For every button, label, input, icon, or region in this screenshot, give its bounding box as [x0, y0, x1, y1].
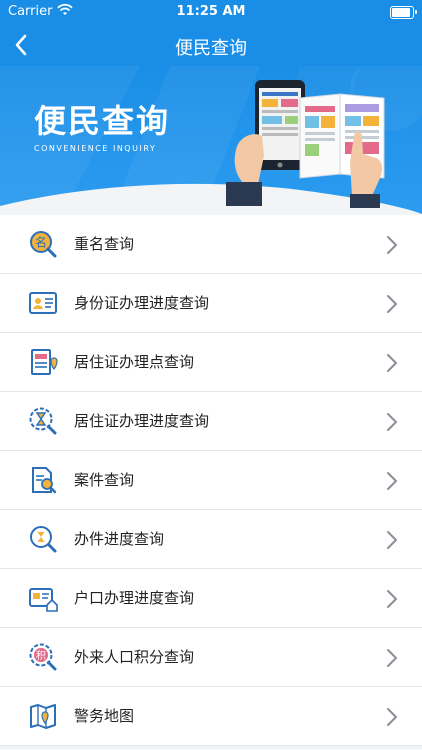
list-item-case-search[interactable]: 案件查询	[0, 451, 422, 510]
list-item-label: 居住证办理进度查询	[74, 412, 210, 430]
id-card-icon	[29, 292, 57, 314]
chevron-right-icon	[387, 354, 397, 372]
chevron-right-icon	[387, 295, 397, 313]
status-time: 11:25 AM	[176, 4, 246, 19]
list-item-label: 户口办理进度查询	[74, 589, 195, 607]
banner-subtitle: CONVENIENCE INQUIRY	[34, 144, 157, 153]
list-item-label: 身份证办理进度查询	[74, 294, 210, 312]
svg-text:积: 积	[36, 650, 46, 662]
list-item-label: 警务地图	[74, 707, 135, 725]
chevron-right-icon	[387, 472, 397, 490]
chevron-right-icon	[387, 531, 397, 549]
inquiry-list: 名 重名查询 身份证办理进度查询 居住证办理点查询 居住证办理进度查询 案件查询…	[0, 215, 422, 746]
battery-icon	[390, 6, 414, 19]
progress-search-icon	[30, 526, 57, 553]
list-item-progress-search[interactable]: 办件进度查询	[0, 510, 422, 569]
page-title: 便民查询	[175, 38, 247, 59]
status-bar: Carrier 11:25 AM	[0, 0, 422, 24]
list-item-label: 案件查询	[74, 471, 135, 489]
chevron-right-icon	[387, 590, 397, 608]
list-item-household-progress[interactable]: 户口办理进度查询	[0, 569, 422, 628]
svg-text:名: 名	[35, 235, 47, 250]
name-search-icon: 名	[30, 231, 57, 258]
list-item-label: 外来人口积分查询	[74, 648, 195, 666]
banner-title-block: 便民查询 CONVENIENCE INQUIRY	[34, 96, 184, 153]
nav-bar: 便民查询	[0, 24, 422, 66]
list-item-label: 办件进度查询	[74, 530, 165, 548]
hourglass-search-icon	[29, 407, 57, 435]
list-item-id-card-progress[interactable]: 身份证办理进度查询	[0, 274, 422, 333]
list-item-label: 重名查询	[74, 235, 135, 253]
chevron-right-icon	[387, 708, 397, 726]
household-card-icon	[29, 588, 58, 612]
list-item-residence-progress[interactable]: 居住证办理进度查询	[0, 392, 422, 451]
list-item-police-map[interactable]: 警务地图	[0, 687, 422, 746]
banner-title: 便民查询	[34, 102, 171, 140]
list-item-label: 居住证办理点查询	[74, 353, 195, 371]
case-document-icon	[32, 467, 57, 494]
list-item-points-search[interactable]: 积 外来人口积分查询	[0, 628, 422, 687]
residence-permit-office-icon	[31, 349, 58, 375]
points-search-icon: 积	[29, 643, 57, 671]
list-item-residence-office[interactable]: 居住证办理点查询	[0, 333, 422, 392]
list-item-name-search[interactable]: 名 重名查询	[0, 215, 422, 274]
chevron-right-icon	[387, 413, 397, 431]
police-map-icon	[30, 704, 56, 729]
battery-tip	[415, 10, 417, 14]
chevron-right-icon	[387, 236, 397, 254]
chevron-right-icon	[387, 649, 397, 667]
